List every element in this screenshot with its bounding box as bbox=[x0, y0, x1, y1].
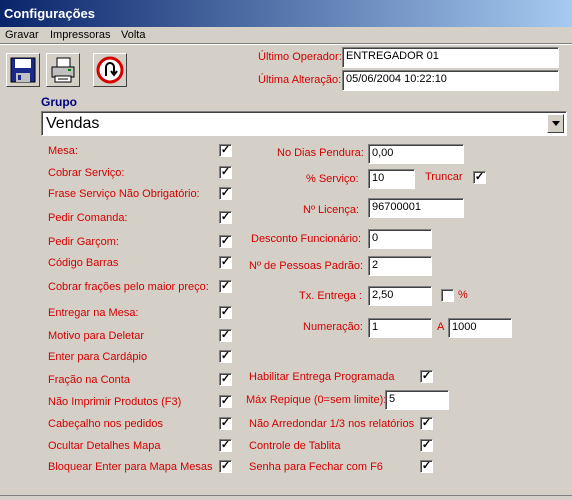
truncar-label: Truncar bbox=[425, 171, 463, 183]
fracao-conta-checkbox[interactable]: ✓ bbox=[219, 373, 232, 386]
entrega-label: Tx. Entrega : bbox=[299, 290, 362, 302]
option-label: Entregar na Mesa: bbox=[48, 307, 139, 319]
grupo-selected: Vendas bbox=[46, 115, 100, 132]
operador-field[interactable]: ENTREGADOR 01 bbox=[342, 47, 559, 68]
menu-gravar[interactable]: Gravar bbox=[5, 29, 39, 41]
pessoas-label: Nº de Pessoas Padrão: bbox=[249, 260, 364, 272]
option-label: Pedir Comanda: bbox=[48, 212, 128, 224]
nao-arred-checkbox[interactable]: ✓ bbox=[420, 417, 433, 430]
option-label: Fração na Conta bbox=[48, 374, 130, 386]
senha-label: Senha para Fechar com F6 bbox=[249, 461, 383, 473]
option-label: Mesa: bbox=[48, 145, 78, 157]
numeracao-a-label: A bbox=[437, 321, 445, 333]
licenca-label: Nº Licença: bbox=[303, 204, 359, 216]
nao-imprimir-checkbox[interactable]: ✓ bbox=[219, 395, 232, 408]
option-label: Bloquear Enter para Mapa Mesas bbox=[48, 461, 213, 473]
alteracao-label: Última Alteração: bbox=[258, 74, 342, 86]
mesa-checkbox[interactable]: ✓ bbox=[219, 144, 232, 157]
numeracao-label: Numeração: bbox=[303, 321, 363, 333]
senha-checkbox[interactable]: ✓ bbox=[420, 460, 433, 473]
entrega-percent-label: % bbox=[458, 289, 468, 301]
enter-cardapio-checkbox[interactable]: ✓ bbox=[219, 350, 232, 363]
printer-icon bbox=[51, 57, 75, 83]
operador-label: Último Operador: bbox=[258, 51, 342, 63]
max-repique-field[interactable]: 5 bbox=[385, 390, 449, 410]
numeracao-to-field[interactable]: 1000 bbox=[448, 318, 512, 338]
option-label: Código Barras bbox=[48, 257, 119, 269]
entrega-field[interactable]: 2,50 bbox=[368, 286, 432, 306]
dropdown-button[interactable] bbox=[547, 114, 564, 133]
motivo-deletar-checkbox[interactable]: ✓ bbox=[219, 329, 232, 342]
ocultar-detalhes-checkbox[interactable]: ✓ bbox=[219, 439, 232, 452]
save-button[interactable] bbox=[6, 53, 40, 87]
truncar-checkbox[interactable]: ✓ bbox=[473, 171, 486, 184]
undo-icon bbox=[96, 56, 124, 84]
menu-separator bbox=[0, 43, 572, 45]
option-label: Cabeçalho nos pedidos bbox=[48, 418, 163, 430]
window-title: Configurações bbox=[4, 6, 96, 21]
tablita-label: Controle de Tablita bbox=[249, 440, 341, 452]
grupo-label: Grupo bbox=[41, 95, 77, 109]
nao-arred-label: Não Arredondar 1/3 nos relatórios bbox=[249, 418, 415, 430]
bottom-divider bbox=[0, 495, 572, 496]
hab-entrega-checkbox[interactable]: ✓ bbox=[420, 370, 433, 383]
max-repique-label: Máx Repique (0=sem limite): bbox=[246, 394, 387, 406]
bloquear-enter-checkbox[interactable]: ✓ bbox=[219, 460, 232, 473]
alteracao-field[interactable]: 05/06/2004 10:22:10 bbox=[342, 70, 559, 91]
undo-button[interactable] bbox=[93, 53, 127, 87]
save-icon bbox=[10, 57, 36, 83]
cabecalho-pedidos-checkbox[interactable]: ✓ bbox=[219, 417, 232, 430]
servico-label: % Serviço: bbox=[306, 173, 359, 185]
pedir-comanda-checkbox[interactable]: ✓ bbox=[219, 211, 232, 224]
frase-servico-checkbox[interactable]: ✓ bbox=[219, 187, 232, 200]
menu-impressoras[interactable]: Impressoras bbox=[50, 29, 111, 41]
option-label: Cobrar frações pelo maior preço: bbox=[48, 281, 209, 293]
option-label: Pedir Garçom: bbox=[48, 236, 119, 248]
option-label: Frase Serviço Não Obrigatório: bbox=[48, 188, 200, 200]
desconto-label: Desconto Funcionário: bbox=[251, 233, 362, 245]
option-label: Motivo para Deletar bbox=[48, 330, 144, 342]
hab-entrega-label: Habilitar Entrega Programada bbox=[249, 371, 395, 383]
chevron-down-icon bbox=[551, 121, 560, 126]
option-label: Cobrar Serviço: bbox=[48, 167, 125, 179]
dias-pendura-field[interactable]: 0,00 bbox=[368, 144, 464, 164]
print-button[interactable] bbox=[46, 53, 80, 87]
pedir-garcom-checkbox[interactable]: ✓ bbox=[219, 235, 232, 248]
pessoas-field[interactable]: 2 bbox=[368, 256, 432, 276]
menu-volta[interactable]: Volta bbox=[121, 29, 145, 41]
numeracao-from-field[interactable]: 1 bbox=[368, 318, 432, 338]
entregar-mesa-checkbox[interactable]: ✓ bbox=[219, 306, 232, 319]
option-label: Enter para Cardápio bbox=[48, 351, 148, 363]
cobrar-servico-checkbox[interactable]: ✓ bbox=[219, 166, 232, 179]
option-label: Ocultar Detalhes Mapa bbox=[48, 440, 161, 452]
menu-bar: Gravar Impressoras Volta bbox=[0, 27, 572, 43]
desconto-field[interactable]: 0 bbox=[368, 229, 432, 249]
licenca-field[interactable]: 96700001 bbox=[368, 198, 464, 218]
dias-pendura-label: No Dias Pendura: bbox=[277, 147, 364, 159]
option-label: Não Imprimir Produtos (F3) bbox=[48, 396, 182, 408]
entrega-percent-checkbox[interactable] bbox=[441, 289, 454, 302]
servico-field[interactable]: 10 bbox=[368, 169, 415, 189]
cobrar-fracoes-checkbox[interactable]: ✓ bbox=[219, 280, 232, 293]
tablita-checkbox[interactable]: ✓ bbox=[420, 439, 433, 452]
window-title-bar: Configurações bbox=[0, 0, 572, 27]
codigo-barras-checkbox[interactable]: ✓ bbox=[219, 256, 232, 269]
grupo-select[interactable]: Vendas bbox=[41, 111, 567, 136]
